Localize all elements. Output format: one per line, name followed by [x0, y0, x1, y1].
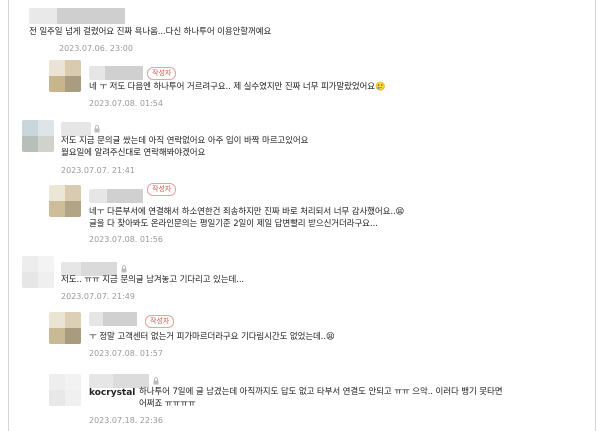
- lock-icon: [121, 265, 127, 273]
- comment-author-blurred: [89, 312, 137, 326]
- comment-reply: 작성자 네ㅜ 다른부서에 연결해서 하소연한건 죄송하지만 진짜 바로 처리되서…: [9, 182, 595, 254]
- comment-text: 저도 지금 문의글 쌌는데 아직 연락없어요 아주 입이 바짝 마르고있어요 월…: [61, 136, 309, 158]
- writer-badge: 작성자: [147, 183, 177, 196]
- comment-reply: 작성자 네 ㅜ 저도 다음엔 하나투어 거르려구요.. 제 실수였지만 진짜 너…: [9, 58, 595, 118]
- avatar: [49, 374, 81, 406]
- comment-date: 2023.07.08. 01:56: [89, 235, 163, 244]
- comment-reply: 작성자 ㅜ 정말 고객센터 없는거 피가마르더라구요 기다림시간도 없었는데..…: [9, 306, 595, 366]
- comment-date: 2023.07.08. 01:57: [89, 349, 163, 358]
- comment-text: 네ㅜ 다른부서에 연결해서 하소연한건 죄송하지만 진짜 바로 처리되서 너무 …: [89, 207, 405, 229]
- comment-author-blurred: [29, 8, 125, 24]
- lock-icon: [94, 125, 100, 133]
- comment-item: 저도.. ㅠㅠ 지금 문의글 남겨놓고 기다리고 있는데... 2023.07.…: [9, 254, 595, 306]
- comment-author-blurred: [89, 66, 143, 80]
- avatar: [49, 60, 81, 92]
- comment-author-blurred: [61, 122, 91, 136]
- comment-date: 2023.07.06. 23:00: [59, 44, 133, 53]
- writer-badge: 작성자: [145, 315, 175, 328]
- comment-date: 2023.07.07. 21:49: [61, 292, 135, 301]
- comment-item: 전 일주일 넘게 걸렸어요 진짜 욕나옴...다신 하나투어 이용안할꺼예요 2…: [9, 0, 595, 58]
- comment-date: 2023.07.18. 22:36: [89, 416, 163, 425]
- avatar: [49, 185, 81, 217]
- comment-author-blurred: [89, 374, 149, 388]
- comment-date: 2023.07.08. 01:54: [89, 99, 163, 108]
- comment-item: kocrystal 하나투어 7일에 글 남겼는데 아직까지도 답도 없고 타부…: [9, 366, 595, 431]
- comment-date: 2023.07.07. 21:41: [61, 166, 135, 175]
- comment-author-blurred: [61, 262, 117, 276]
- comment-list: 전 일주일 넘게 걸렸어요 진짜 욕나옴...다신 하나투어 이용안할꺼예요 2…: [8, 0, 596, 431]
- avatar: [49, 312, 81, 344]
- avatar: [22, 256, 54, 288]
- comment-text: 네 ㅜ 저도 다음엔 하나투어 거르려구요.. 제 실수였지만 진짜 너무 피가…: [89, 82, 386, 92]
- comment-author[interactable]: kocrystal: [89, 387, 135, 399]
- comment-text: 전 일주일 넘게 걸렸어요 진짜 욕나옴...다신 하나투어 이용안할꺼예요: [29, 27, 272, 37]
- comment-author-blurred: [89, 189, 143, 203]
- avatar: [22, 120, 54, 152]
- writer-badge: 작성자: [147, 67, 177, 80]
- comment-text: ㅜ 정말 고객센터 없는거 피가마르더라구요 기다림시간도 없었는데..😫: [89, 332, 335, 342]
- lock-icon: [153, 377, 159, 385]
- comment-item: 저도 지금 문의글 쌌는데 아직 연락없어요 아주 입이 바짝 마르고있어요 월…: [9, 118, 595, 182]
- comment-text: 하나투어 7일에 글 남겼는데 아직까지도 답도 없고 타부서 연결도 안되고 …: [139, 387, 503, 409]
- comment-text: 저도.. ㅠㅠ 지금 문의글 남겨놓고 기다리고 있는데...: [61, 275, 245, 285]
